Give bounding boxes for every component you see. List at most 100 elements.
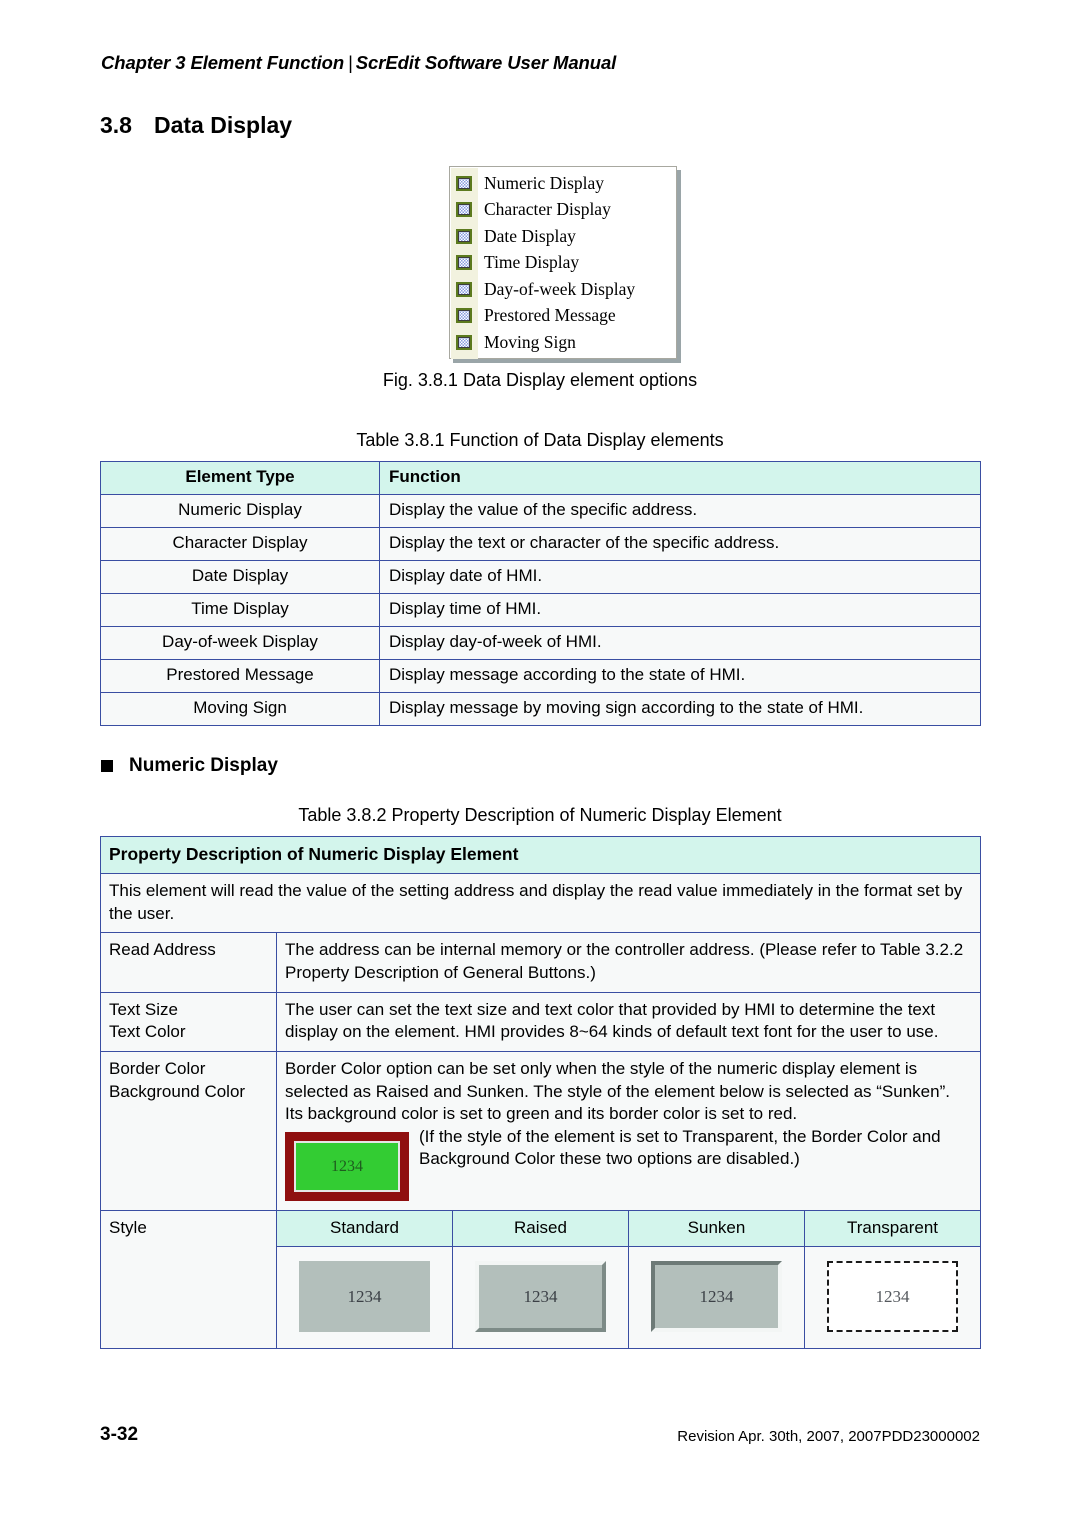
- menu-item-numeric-display[interactable]: Numeric Display: [450, 170, 676, 197]
- element-swatch-icon: [456, 334, 472, 350]
- cell-element-type: Numeric Display: [100, 494, 380, 528]
- property-label-read-address: Read Address: [100, 932, 277, 993]
- property-label-border-background-color: Border Color Background Color: [100, 1050, 277, 1211]
- style-sample-cell-raised: 1234: [452, 1246, 629, 1350]
- numeric-display-sample-standard: 1234: [299, 1261, 430, 1333]
- sunken-green-sample-figure: 1234: [285, 1131, 409, 1201]
- table-row: Prestored Message Display message accord…: [100, 659, 981, 693]
- menu-item-time-display[interactable]: Time Display: [450, 250, 676, 277]
- table-numeric-display-properties: Property Description of Numeric Display …: [100, 835, 981, 1350]
- sample-value: 1234: [875, 1286, 910, 1306]
- table-row: Day-of-week Display Display day-of-week …: [100, 626, 981, 660]
- table-row: Moving Sign Display message by moving si…: [100, 692, 981, 726]
- menu-item-date-display[interactable]: Date Display: [450, 223, 676, 250]
- property-label-text-size-color: Text Size Text Color: [100, 991, 277, 1052]
- menu-item-prestored-message[interactable]: Prestored Message: [450, 303, 676, 330]
- square-bullet-icon: [101, 760, 113, 772]
- element-swatch-icon: [456, 202, 472, 218]
- property-label-text-color: Text Color: [109, 1022, 186, 1042]
- element-swatch-icon: [456, 228, 472, 244]
- style-sample-cell-standard: 1234: [276, 1246, 453, 1350]
- property-description-read-address: The address can be internal memory or th…: [276, 932, 981, 993]
- menu-item-character-display[interactable]: Character Display: [450, 197, 676, 224]
- style-column-header-raised: Raised: [452, 1209, 629, 1248]
- numeric-display-sample-raised: 1234: [475, 1261, 606, 1333]
- table-data-display-functions: Element Type Function Numeric Display Di…: [100, 461, 981, 726]
- subsection-heading-label: Numeric Display: [129, 755, 278, 776]
- section-number: 3.8: [100, 112, 132, 138]
- cell-element-type: Moving Sign: [100, 692, 380, 726]
- property-label-background-color: Background Color: [109, 1081, 246, 1101]
- running-header: Chapter 3 Element Function | ScrEdit Softw…: [101, 52, 981, 74]
- sample-value: 1234: [699, 1286, 734, 1306]
- table2-intro-cell: This element will read the value of the …: [100, 873, 981, 934]
- table-row: Time Display Display time of HMI.: [100, 593, 981, 627]
- manual-page: Chapter 3 Element Function | ScrEdit Softw…: [0, 0, 1080, 1528]
- sample-value: 1234: [347, 1286, 382, 1306]
- table2-title-row: Property Description of Numeric Display …: [100, 835, 981, 875]
- column-header-function: Function: [379, 461, 981, 495]
- cell-function: Display date of HMI.: [379, 560, 981, 594]
- figure-caption: Fig. 3.8.1 Data Display element options: [382, 370, 698, 390]
- cell-function: Display message by moving sign according…: [379, 692, 981, 726]
- element-swatch-icon: [456, 255, 472, 271]
- table-row-text-properties: Text Size Text Color The user can set th…: [100, 991, 981, 1052]
- menu-item-label: Date Display: [484, 225, 576, 246]
- table-row: Character Display Display the text or ch…: [100, 527, 981, 561]
- table-row-color-properties: Border Color Background Color Border Col…: [100, 1050, 981, 1211]
- table2-caption: Table 3.8.2 Property Description of Nume…: [298, 805, 782, 825]
- menu-item-day-of-week-display[interactable]: Day-of-week Display: [450, 276, 676, 303]
- property-label-border-color: Border Color: [109, 1058, 206, 1078]
- header-manual-title: ScrEdit Software User Manual: [355, 52, 617, 73]
- cell-function: Display day-of-week of HMI.: [379, 626, 981, 660]
- style-column-header-standard: Standard: [276, 1209, 453, 1248]
- table-row-read-address: Read Address The address can be internal…: [100, 932, 981, 993]
- header-chapter: Chapter 3 Element Function: [101, 52, 345, 73]
- footer-revision: Revision Apr. 30th, 2007, 2007PDD2300000…: [677, 1428, 980, 1445]
- numeric-display-sample-transparent: 1234: [827, 1261, 958, 1333]
- cell-element-type: Date Display: [100, 560, 380, 594]
- menu-item-moving-sign[interactable]: Moving Sign: [450, 329, 676, 356]
- section-title: Data Display: [153, 112, 293, 138]
- footer-page-number: 3-32: [100, 1424, 139, 1445]
- sample-value: 1234: [331, 1157, 363, 1175]
- data-display-menu-figure: Numeric Display Character Display Date D…: [449, 166, 681, 363]
- table-row: Date Display Display date of HMI.: [100, 560, 981, 594]
- menu-item-label: Time Display: [484, 252, 580, 272]
- column-header-element-type: Element Type: [100, 461, 380, 495]
- table1-caption: Table 3.8.1 Function of Data Display ele…: [356, 430, 724, 450]
- menu-item-label: Numeric Display: [484, 172, 605, 193]
- cell-function: Display message according to the state o…: [379, 659, 981, 693]
- property-label-style: Style: [100, 1209, 277, 1350]
- table2-title-cell: Property Description of Numeric Display …: [100, 835, 981, 875]
- menu-item-label: Prestored Message: [484, 305, 616, 325]
- element-swatch-icon: [456, 281, 472, 297]
- property-description-text-properties: The user can set the text size and text …: [276, 991, 981, 1052]
- table2-intro-row: This element will read the value of the …: [100, 873, 981, 934]
- element-swatch-icon: [456, 308, 472, 324]
- cell-element-type: Time Display: [100, 593, 380, 627]
- cell-element-type: Prestored Message: [100, 659, 380, 693]
- property-label-text-size: Text Size: [109, 999, 178, 1019]
- cell-element-type: Character Display: [100, 527, 380, 561]
- numeric-display-sample-sunken-green: 1234: [285, 1131, 409, 1201]
- cell-element-type: Day-of-week Display: [100, 626, 380, 660]
- subsection-heading-numeric-display: Numeric Display: [101, 755, 278, 777]
- element-swatch-icon: [456, 175, 472, 191]
- menu-item-label: Moving Sign: [484, 331, 576, 352]
- table-header-row: Element Type Function: [100, 461, 981, 495]
- style-sample-cell-transparent: 1234: [804, 1246, 981, 1350]
- sample-value: 1234: [523, 1286, 558, 1306]
- property-description-color-properties: Border Color option can be set only when…: [276, 1050, 981, 1211]
- style-column-header-sunken: Sunken: [628, 1209, 805, 1248]
- menu-item-label: Character Display: [484, 199, 611, 219]
- data-display-dropdown-menu[interactable]: Numeric Display Character Display Date D…: [449, 166, 677, 359]
- menu-item-label: Day-of-week Display: [484, 278, 636, 299]
- style-column-header-transparent: Transparent: [804, 1209, 981, 1248]
- table-row: Numeric Display Display the value of the…: [100, 494, 981, 528]
- cell-function: Display the value of the specific addres…: [379, 494, 981, 528]
- style-sample-cell-sunken: 1234: [628, 1246, 805, 1350]
- table-row-style-headers: Style Standard Raised Sunken Transparent: [100, 1209, 981, 1350]
- numeric-display-sample-sunken: 1234: [651, 1261, 782, 1333]
- cell-function: Display the text or character of the spe…: [379, 527, 981, 561]
